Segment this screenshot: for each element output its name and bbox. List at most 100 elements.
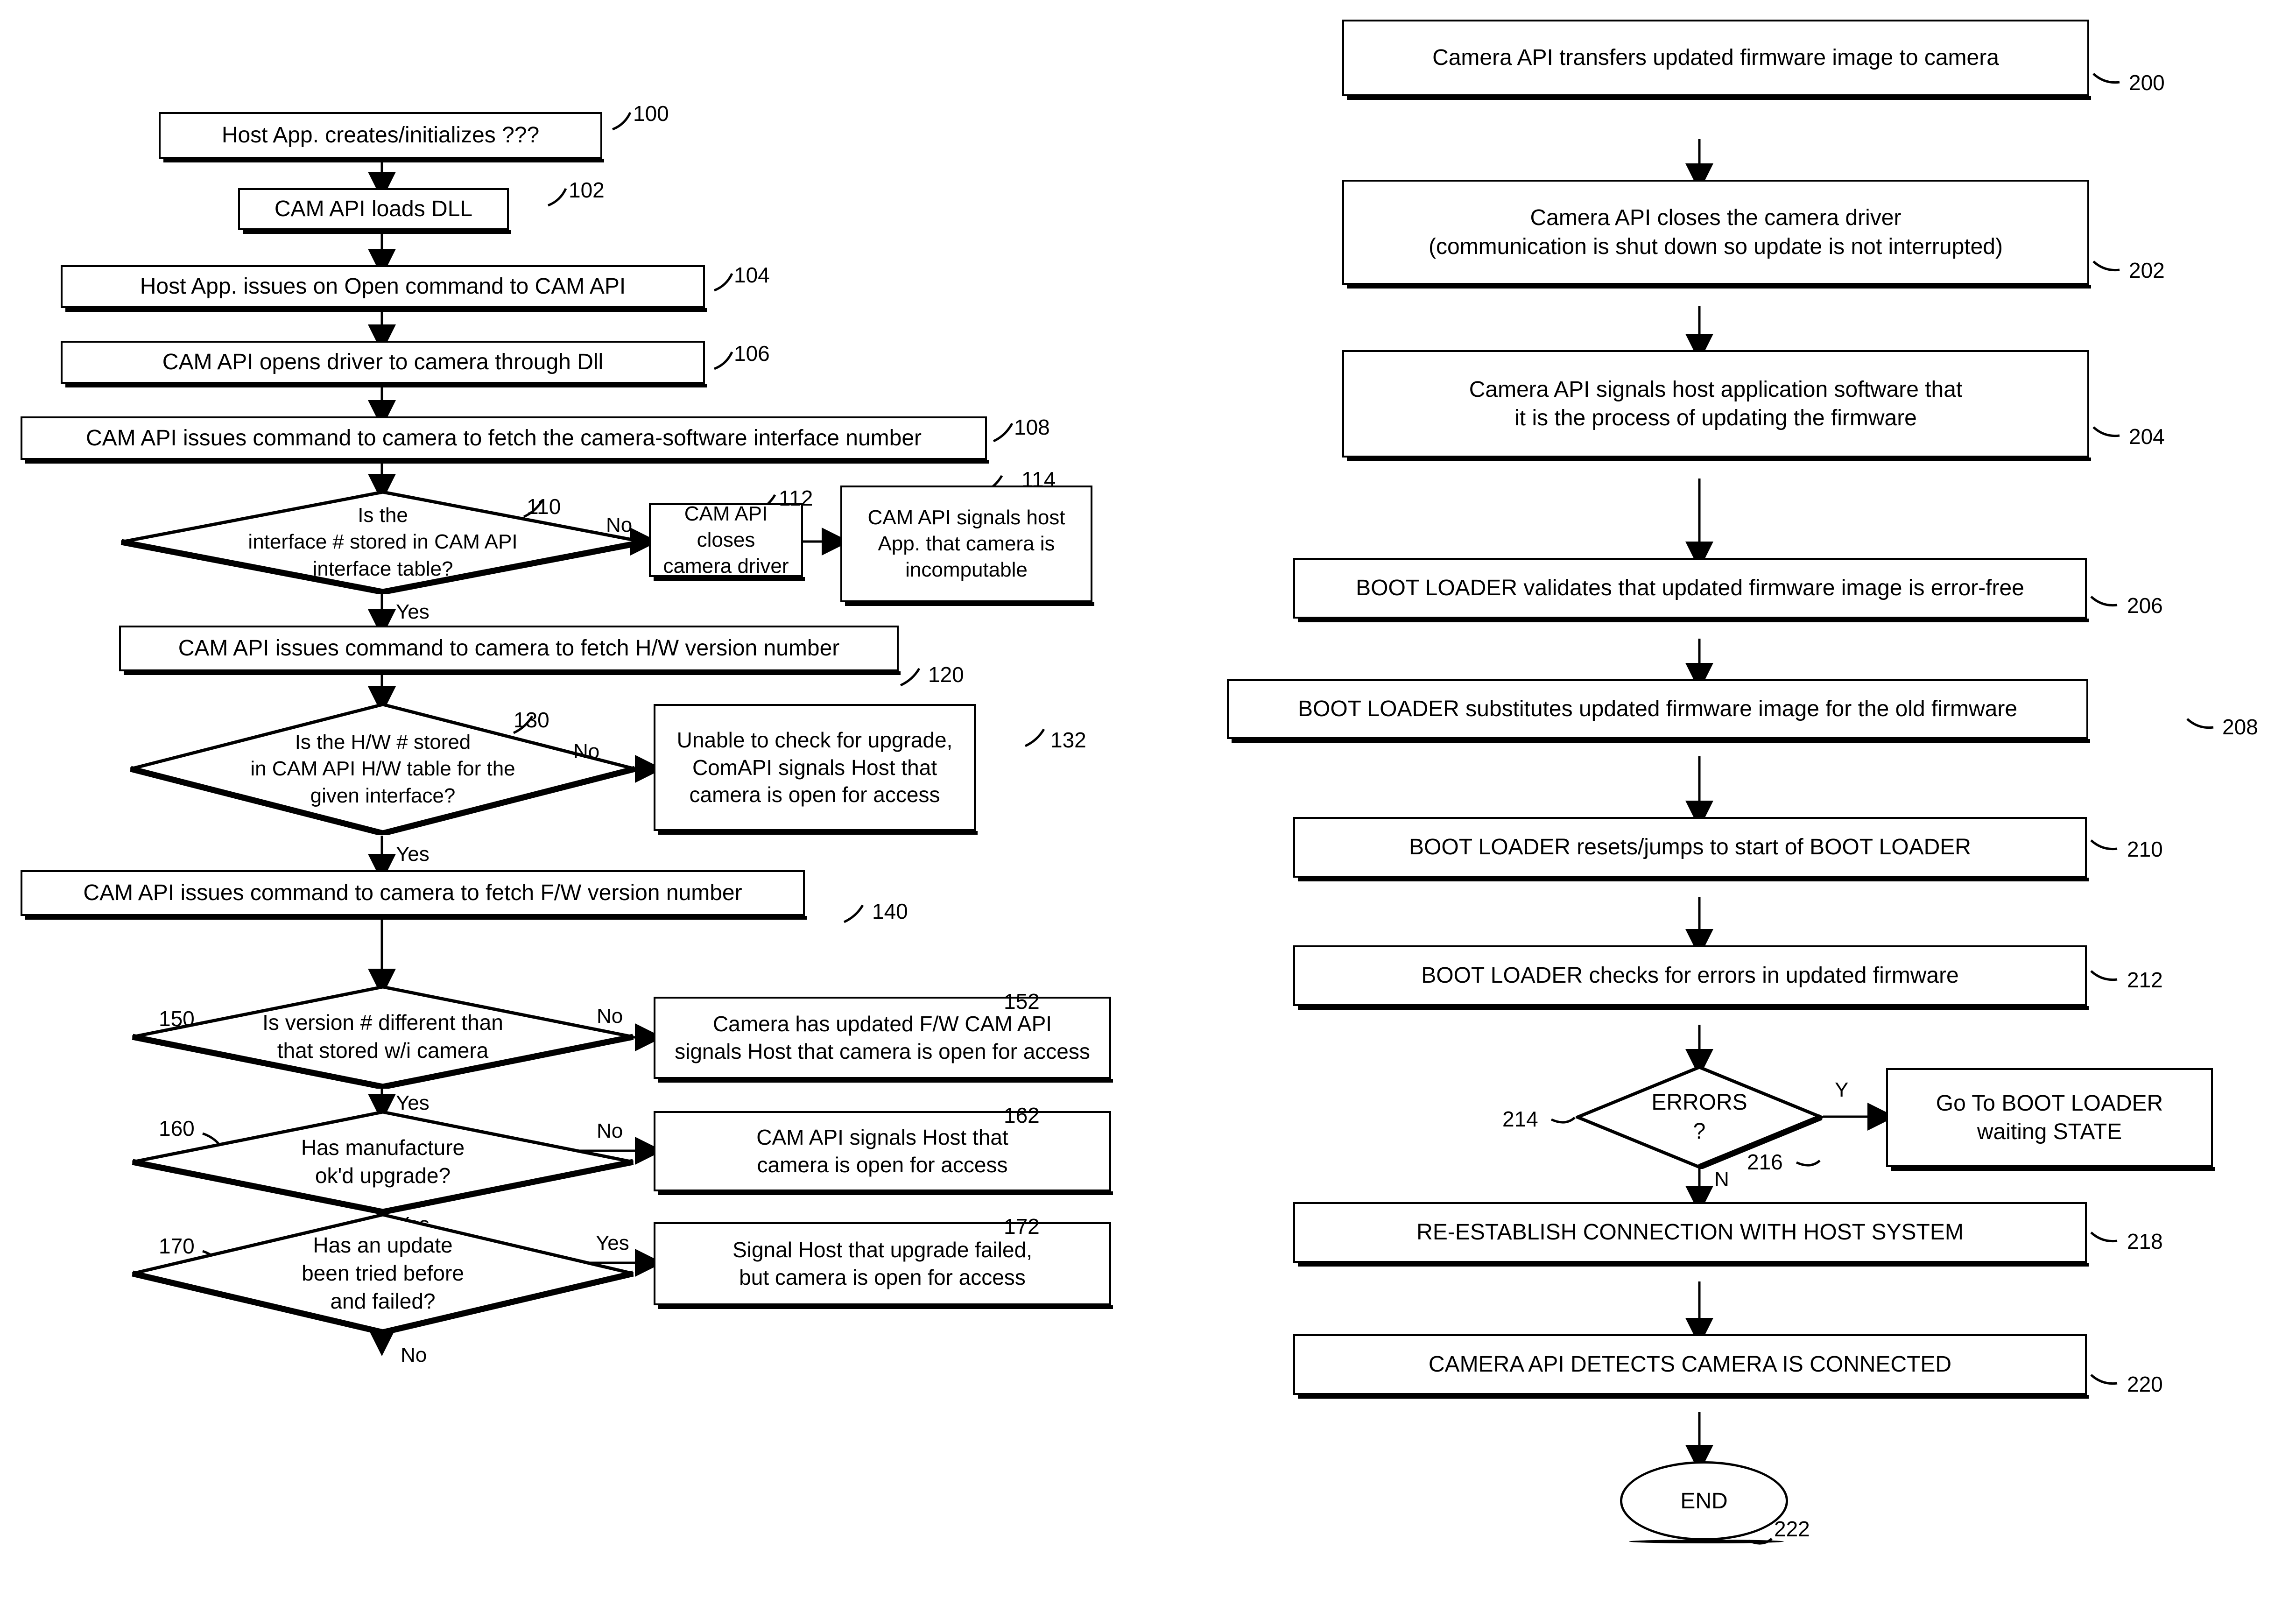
decision-node-214[interactable]: ERRORS ?	[1576, 1065, 1823, 1169]
ref-numeral-208: 208	[2222, 715, 2258, 739]
decision-node-110-label: Is the interface # stored in CAM API int…	[248, 504, 518, 580]
patent-flowchart-figure: Host App. creates/initializes ??? 100 CA…	[0, 0, 2296, 1619]
terminator-node-end[interactable]: END	[1620, 1461, 1788, 1543]
process-node-218-label: RE-ESTABLISH CONNECTION WITH HOST SYSTEM	[1416, 1220, 1964, 1245]
ref-numeral-218: 218	[2127, 1229, 2163, 1253]
process-node-212[interactable]: BOOT LOADER checks for errors in updated…	[1293, 945, 2089, 1010]
process-node-112-label: CAM API closes camera driver	[663, 502, 789, 578]
process-node-108[interactable]: CAM API issues command to camera to fetc…	[21, 416, 989, 464]
process-node-212-label: BOOT LOADER checks for errors in updated…	[1421, 963, 1959, 988]
process-node-102-label: CAM API loads DLL	[274, 197, 473, 222]
process-node-206-label: BOOT LOADER validates that updated firmw…	[1356, 576, 2024, 601]
edge-label-160-no: No	[597, 1119, 623, 1142]
ref-numeral-200: 200	[2129, 70, 2165, 95]
edge-label-214-y: Y	[1835, 1078, 1849, 1101]
process-node-132-label: Unable to check for upgrade, ComAPI sign…	[676, 727, 953, 807]
decision-node-130-label: Is the H/W # stored in CAM API H/W table…	[250, 731, 515, 807]
edge-label-170-no: No	[401, 1344, 427, 1366]
ref-numeral-150: 150	[159, 1007, 195, 1031]
process-node-220-label: CAMERA API DETECTS CAMERA IS CONNECTED	[1428, 1352, 1952, 1377]
decision-node-214-label: ERRORS ?	[1651, 1090, 1747, 1144]
process-node-120[interactable]: CAM API issues command to camera to fetc…	[119, 626, 901, 675]
edge-label-130-yes: Yes	[396, 843, 430, 866]
decision-node-130[interactable]: Is the H/W # stored in CAM API H/W table…	[129, 703, 637, 835]
ref-numeral-108: 108	[1014, 415, 1050, 439]
terminator-node-end-label: END	[1680, 1488, 1728, 1513]
ref-numeral-202: 202	[2129, 258, 2165, 282]
process-node-202-label: Camera API closes the camera driver (com…	[1429, 205, 2003, 259]
decision-node-160[interactable]: Has manufacture ok'd upgrade?	[131, 1110, 635, 1214]
process-node-162-label: CAM API signals Host that camera is open…	[756, 1125, 1008, 1177]
ref-numeral-172: 172	[1004, 1214, 1040, 1239]
ref-numeral-162: 162	[1004, 1103, 1040, 1127]
process-node-206[interactable]: BOOT LOADER validates that updated firmw…	[1293, 558, 2089, 622]
ref-numeral-216: 216	[1747, 1150, 1783, 1174]
ref-numeral-132: 132	[1050, 728, 1086, 752]
ref-numeral-222: 222	[1774, 1517, 1810, 1541]
ref-numeral-104: 104	[734, 263, 770, 287]
edge-label-110-no: No	[606, 514, 633, 536]
process-node-172[interactable]: Signal Host that upgrade failed, but cam…	[654, 1222, 1113, 1309]
process-node-114-label: CAM API signals host App. that camera is…	[867, 506, 1065, 582]
ref-numeral-170: 170	[159, 1234, 195, 1258]
process-node-218[interactable]: RE-ESTABLISH CONNECTION WITH HOST SYSTEM	[1293, 1202, 2089, 1267]
process-node-208[interactable]: BOOT LOADER substitutes updated firmware…	[1227, 679, 2090, 743]
ref-numeral-212: 212	[2127, 968, 2163, 992]
ref-numeral-112: 112	[779, 486, 813, 510]
process-node-132[interactable]: Unable to check for upgrade, ComAPI sign…	[654, 704, 978, 835]
ref-numeral-100: 100	[633, 101, 669, 126]
process-node-102[interactable]: CAM API loads DLL	[238, 188, 511, 234]
edge-label-130-no: No	[573, 740, 600, 763]
ref-numeral-130: 130	[514, 708, 549, 732]
process-node-204[interactable]: Camera API signals host application soft…	[1342, 350, 2091, 461]
process-node-152[interactable]: Camera has updated F/W CAM API signals H…	[654, 997, 1113, 1083]
decision-node-170[interactable]: Has an update been tried before and fail…	[131, 1213, 635, 1334]
ref-numeral-102: 102	[569, 178, 605, 202]
decision-node-160-label: Has manufacture ok'd upgrade?	[301, 1135, 465, 1188]
process-node-100-label: Host App. creates/initializes ???	[221, 123, 540, 148]
process-node-106-label: CAM API opens driver to camera through D…	[162, 350, 604, 375]
decision-node-110[interactable]: Is the interface # stored in CAM API int…	[120, 490, 646, 594]
process-node-114[interactable]: CAM API signals host App. that camera is…	[840, 486, 1094, 606]
ref-numeral-214: 214	[1502, 1107, 1538, 1131]
process-node-152-label: Camera has updated F/W CAM API signals H…	[675, 1012, 1090, 1063]
process-node-172-label: Signal Host that upgrade failed, but cam…	[732, 1238, 1032, 1289]
process-node-104-label: Host App. issues on Open command to CAM …	[140, 274, 626, 299]
decision-node-150[interactable]: Is version # different than that stored …	[131, 985, 635, 1089]
edge-label-110-yes: Yes	[396, 600, 430, 623]
decision-node-150-label: Is version # different than that stored …	[262, 1010, 503, 1063]
ref-numeral-220: 220	[2127, 1372, 2163, 1396]
decision-node-170-label: Has an update been tried before and fail…	[302, 1233, 464, 1313]
ref-numeral-114: 114	[1021, 467, 1056, 492]
process-node-216-label: Go To BOOT LOADER waiting STATE	[1936, 1091, 2163, 1144]
process-node-216[interactable]: Go To BOOT LOADER waiting STATE	[1886, 1068, 2215, 1171]
process-node-120-label: CAM API issues command to camera to fetc…	[178, 636, 840, 661]
process-node-162[interactable]: CAM API signals Host that camera is open…	[654, 1111, 1113, 1195]
ref-numeral-152: 152	[1004, 989, 1040, 1014]
process-node-100[interactable]: Host App. creates/initializes ???	[159, 112, 604, 162]
process-node-106[interactable]: CAM API opens driver to camera through D…	[61, 341, 707, 387]
ref-numeral-160: 160	[159, 1116, 195, 1140]
edge-label-214-n: N	[1714, 1168, 1729, 1191]
ref-numeral-140: 140	[872, 899, 908, 923]
process-node-140[interactable]: CAM API issues command to camera to fetc…	[21, 870, 807, 920]
process-node-202[interactable]: Camera API closes the camera driver (com…	[1342, 180, 2091, 289]
ref-numeral-204: 204	[2129, 424, 2165, 449]
process-node-210-label: BOOT LOADER resets/jumps to start of BOO…	[1409, 835, 1971, 860]
ref-numeral-110: 110	[527, 494, 561, 519]
edge-label-170-yes: Yes	[596, 1232, 629, 1254]
process-node-112[interactable]: CAM API closes camera driver	[649, 502, 805, 581]
process-node-200-label: Camera API transfers updated firmware im…	[1432, 45, 1999, 70]
process-node-200[interactable]: Camera API transfers updated firmware im…	[1342, 20, 2091, 100]
ref-numeral-210: 210	[2127, 837, 2163, 861]
process-node-140-label: CAM API issues command to camera to fetc…	[83, 880, 742, 906]
edge-label-150-no: No	[597, 1005, 623, 1028]
process-node-208-label: BOOT LOADER substitutes updated firmware…	[1297, 697, 2018, 722]
process-node-210[interactable]: BOOT LOADER resets/jumps to start of BOO…	[1293, 817, 2089, 881]
process-node-104[interactable]: Host App. issues on Open command to CAM …	[61, 265, 707, 312]
process-node-108-label: CAM API issues command to camera to fetc…	[85, 425, 922, 451]
ref-numeral-120: 120	[928, 662, 964, 687]
ref-numeral-106: 106	[734, 341, 770, 366]
ref-numeral-206: 206	[2127, 593, 2163, 618]
process-node-220[interactable]: CAMERA API DETECTS CAMERA IS CONNECTED	[1293, 1334, 2089, 1399]
